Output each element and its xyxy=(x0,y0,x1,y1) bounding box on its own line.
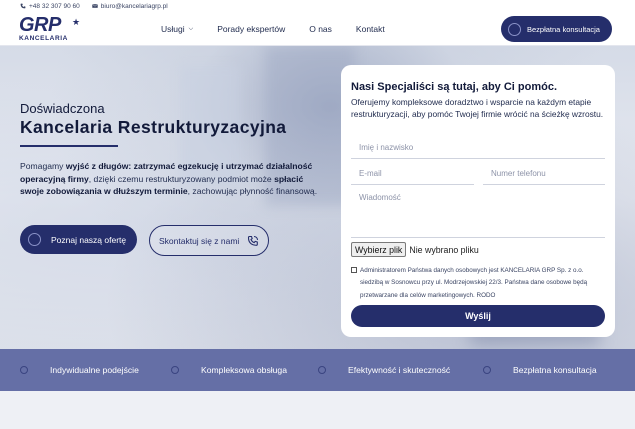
main-nav: Usługi ⌵ Porady ekspertów O nas Kontakt xyxy=(161,12,409,46)
desc-text: , zachowując płynność finansową. xyxy=(187,186,318,197)
feature-label: Efektywność i skuteczność xyxy=(348,365,451,375)
chevron-down-icon: ⌵ xyxy=(188,25,194,32)
desc-text: Pomagamy xyxy=(20,161,66,171)
message-field[interactable]: Wiadomość xyxy=(351,193,605,238)
top-contact-bar: +48 32 307 90 60 biuro@kancelariagrp.pl xyxy=(0,0,635,12)
page-bottom-area xyxy=(0,391,635,429)
contact-form: Nasi Specjaliści są tutaj, aby Ci pomóc.… xyxy=(341,65,615,337)
feature-label: Kompleksowa obsługa xyxy=(201,365,287,375)
submit-button[interactable]: Wyślij xyxy=(351,305,605,327)
logo[interactable]: GRP ★ KANCELARIA xyxy=(19,14,81,45)
phone-contact[interactable]: +48 32 307 90 60 xyxy=(20,3,80,10)
circle-icon xyxy=(28,233,41,246)
phone-field[interactable]: Numer telefonu xyxy=(483,169,605,185)
circle-icon xyxy=(508,22,521,36)
email-field[interactable]: E-mail xyxy=(351,169,474,185)
consent-text: Administratorem Państwa danych osobowych… xyxy=(360,267,588,299)
contact-button[interactable]: Skontaktuj się z nami xyxy=(149,225,269,256)
nav-label: O nas xyxy=(309,24,332,34)
feature-bar: Indywidualne podejście Kompleksowa obsłu… xyxy=(0,349,635,391)
star-icon: ★ xyxy=(72,17,81,27)
feature-item: Efektywność i skuteczność xyxy=(318,349,450,391)
form-description: Oferujemy kompleksowe doradztwo i wsparc… xyxy=(351,97,604,120)
hero-subtitle: Doświadczona xyxy=(20,101,105,116)
circle-icon xyxy=(20,366,28,374)
hero-title: Kancelaria Restrukturyzacyjna xyxy=(20,117,287,137)
phone-icon xyxy=(20,3,26,9)
nav-label: Usługi xyxy=(161,24,185,34)
phone-number: +48 32 307 90 60 xyxy=(29,2,80,10)
offer-button[interactable]: Poznaj naszą ofertę xyxy=(20,225,137,254)
button-label: Skontaktuj się z nami xyxy=(159,235,240,246)
title-underline xyxy=(20,145,118,147)
nav-item-kontakt[interactable]: Kontakt xyxy=(356,24,385,34)
circle-icon xyxy=(318,366,326,374)
envelope-icon xyxy=(91,4,98,8)
email-contact[interactable]: biuro@kancelariagrp.pl xyxy=(91,2,168,10)
consent-block: Administratorem Państwa danych osobowych… xyxy=(351,265,605,302)
site-header: GRP ★ KANCELARIA Usługi ⌵ Porady ekspert… xyxy=(0,12,635,46)
file-upload: Wybierz plik Nie wybrano pliku xyxy=(351,242,479,257)
nav-item-porady[interactable]: Porady ekspertów xyxy=(217,24,285,34)
email-address: biuro@kancelariagrp.pl xyxy=(100,2,168,10)
feature-item: Indywidualne podejście xyxy=(20,349,139,391)
form-title: Nasi Specjaliści są tutaj, aby Ci pomóc. xyxy=(351,81,558,93)
nav-label: Kontakt xyxy=(355,24,385,34)
phone-icon xyxy=(248,235,259,246)
free-consultation-button[interactable]: Bezpłatna konsultacja xyxy=(501,16,612,42)
feature-label: Indywidualne podejście xyxy=(50,365,139,375)
circle-icon xyxy=(483,366,491,374)
feature-item: Bezpłatna konsultacja xyxy=(483,349,597,391)
feature-label: Bezpłatna konsultacja xyxy=(513,365,597,375)
choose-file-button[interactable]: Wybierz plik xyxy=(351,242,407,257)
nav-item-uslugi[interactable]: Usługi ⌵ xyxy=(161,24,193,34)
logo-main-text: GRP xyxy=(19,14,61,36)
consent-checkbox[interactable] xyxy=(351,267,357,273)
logo-sub-text: KANCELARIA xyxy=(19,35,68,42)
circle-icon xyxy=(171,366,179,374)
hero-description: Pomagamy wyjść z długów: zatrzymać egzek… xyxy=(20,160,320,198)
button-label: Poznaj naszą ofertę xyxy=(51,234,127,245)
file-status: Nie wybrano pliku xyxy=(409,244,479,255)
feature-item: Kompleksowa obsługa xyxy=(171,349,287,391)
nav-label: Porady ekspertów xyxy=(217,24,286,34)
button-label: Bezpłatna konsultacja xyxy=(527,24,600,34)
name-field[interactable]: Imię i nazwisko xyxy=(351,143,605,159)
nav-item-o-nas[interactable]: O nas xyxy=(309,24,332,34)
desc-text: , dzięki czemu restrukturyzowany podmiot… xyxy=(88,173,275,184)
